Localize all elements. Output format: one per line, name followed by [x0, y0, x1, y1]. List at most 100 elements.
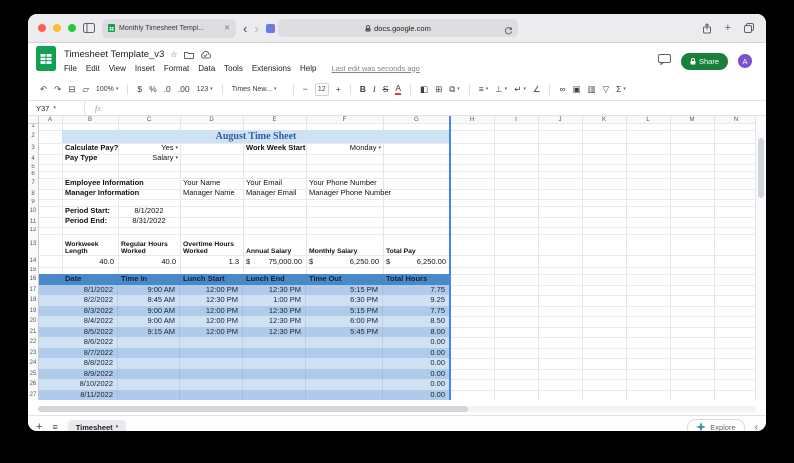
- row-header-1[interactable]: 1: [28, 123, 39, 130]
- window-zoom-button[interactable]: [68, 24, 76, 32]
- timesheet-cell[interactable]: 7.75: [383, 305, 450, 316]
- new-tab-icon[interactable]: +: [725, 22, 731, 34]
- timesheet-cell[interactable]: [306, 358, 383, 369]
- create-filter-icon[interactable]: ▽: [603, 85, 610, 94]
- bold-icon[interactable]: B: [360, 85, 366, 94]
- column-header-J[interactable]: J: [538, 116, 582, 123]
- insert-comment-icon[interactable]: ▣: [573, 85, 581, 94]
- row-header-27[interactable]: 27: [28, 389, 39, 400]
- timesheet-cell[interactable]: 8/10/2022: [38, 379, 118, 390]
- column-header-L[interactable]: L: [626, 116, 670, 123]
- column-header-K[interactable]: K: [582, 116, 626, 123]
- timesheet-header-cell[interactable]: Time In: [118, 274, 180, 285]
- timesheet-cell[interactable]: 0.00: [383, 368, 450, 379]
- timesheet-cell[interactable]: 8.00: [383, 326, 450, 337]
- row-header-16[interactable]: 16: [28, 274, 39, 285]
- row-header-8[interactable]: 8: [28, 188, 39, 199]
- timesheet-cell[interactable]: [243, 337, 306, 348]
- share-button[interactable]: Share: [680, 52, 728, 70]
- collapse-panel-icon[interactable]: ‹: [755, 422, 758, 432]
- timesheet-cell[interactable]: [118, 337, 180, 348]
- vertical-align-icon[interactable]: ⊥: [495, 85, 507, 94]
- column-header-M[interactable]: M: [670, 116, 714, 123]
- borders-icon[interactable]: ⊞: [435, 85, 442, 94]
- row-header-14[interactable]: 14: [28, 255, 39, 267]
- pay-type-dropdown[interactable]: Salary: [118, 153, 180, 164]
- reload-icon[interactable]: [504, 23, 513, 41]
- timesheet-cell[interactable]: [180, 379, 243, 390]
- functions-icon[interactable]: Σ: [616, 85, 626, 94]
- share-icon[interactable]: [702, 22, 712, 34]
- italic-icon[interactable]: I: [373, 85, 376, 94]
- column-header-H[interactable]: H: [450, 116, 494, 123]
- cell-period-start-label[interactable]: Period Start:: [65, 206, 110, 217]
- summary-value-cell[interactable]: $75,000.00: [243, 255, 306, 267]
- timesheet-cell[interactable]: 12:30 PM: [180, 295, 243, 306]
- timesheet-cell[interactable]: 8:45 AM: [118, 295, 180, 306]
- timesheet-cell[interactable]: 8/1/2022: [38, 284, 118, 295]
- star-icon[interactable]: ☆: [170, 50, 177, 59]
- summary-label-cell[interactable]: Overtime Hours Worked: [180, 234, 243, 255]
- menu-extensions[interactable]: Extensions: [252, 64, 291, 73]
- fill-color-icon[interactable]: ◧: [420, 85, 428, 94]
- timesheet-cell[interactable]: 9:00 AM: [118, 316, 180, 327]
- menu-edit[interactable]: Edit: [86, 64, 100, 73]
- summary-value-cell[interactable]: 40.0: [62, 255, 118, 267]
- timesheet-cell[interactable]: [118, 347, 180, 358]
- row-header-20[interactable]: 20: [28, 316, 39, 327]
- timesheet-cell[interactable]: 0.00: [383, 389, 450, 400]
- row-header-3[interactable]: 3: [28, 143, 39, 154]
- timesheet-cell[interactable]: [180, 337, 243, 348]
- text-rotation-icon[interactable]: ∠: [533, 85, 541, 94]
- sidebar-icon[interactable]: [83, 23, 95, 33]
- timesheet-cell[interactable]: 8.50: [383, 316, 450, 327]
- column-header-N[interactable]: N: [714, 116, 758, 123]
- row-header-12[interactable]: 12: [28, 227, 39, 234]
- summary-label-cell[interactable]: Monthly Salary: [306, 234, 383, 255]
- row-header-9[interactable]: 9: [28, 199, 39, 206]
- format-currency-icon[interactable]: $: [137, 85, 142, 94]
- document-title[interactable]: Timesheet Template_v3: [64, 49, 164, 60]
- tab-close-icon[interactable]: ✕: [224, 24, 230, 32]
- timesheet-cell[interactable]: 6:30 PM: [306, 295, 383, 306]
- timesheet-cell[interactable]: 8/7/2022: [38, 347, 118, 358]
- row-header-24[interactable]: 24: [28, 358, 39, 369]
- timesheet-cell[interactable]: [243, 368, 306, 379]
- row-header-6[interactable]: 6: [28, 171, 39, 178]
- timesheet-cell[interactable]: [243, 358, 306, 369]
- timesheet-cell[interactable]: 0.00: [383, 358, 450, 369]
- row-header-26[interactable]: 26: [28, 379, 39, 390]
- extension-icon[interactable]: [265, 23, 275, 33]
- redo-icon[interactable]: ↷: [54, 85, 61, 94]
- move-folder-icon[interactable]: [183, 46, 194, 64]
- calculate-pay-dropdown[interactable]: Yes: [118, 143, 180, 154]
- cell-manager-info-label[interactable]: Manager Information: [65, 188, 139, 199]
- insert-chart-icon[interactable]: ▥: [588, 85, 596, 94]
- font-family-icon[interactable]: Times New...: [232, 86, 284, 93]
- row-header-17[interactable]: 17: [28, 284, 39, 295]
- timesheet-cell[interactable]: [306, 379, 383, 390]
- window-minimize-button[interactable]: [53, 24, 61, 32]
- horizontal-scrollbar[interactable]: [38, 406, 756, 412]
- timesheet-cell[interactable]: 5:45 PM: [306, 326, 383, 337]
- timesheet-cell[interactable]: [118, 389, 180, 400]
- row-header-4[interactable]: 4: [28, 153, 39, 164]
- column-header-G[interactable]: G: [383, 116, 450, 123]
- cell-sheet-title[interactable]: August Time Sheet: [62, 130, 450, 143]
- increase-decimals-icon[interactable]: .00: [178, 85, 190, 94]
- timesheet-cell[interactable]: 8/3/2022: [38, 305, 118, 316]
- horizontal-align-icon[interactable]: ≡: [479, 85, 488, 94]
- timesheet-cell[interactable]: 0.00: [383, 337, 450, 348]
- cell-pay-type-label[interactable]: Pay Type: [65, 153, 97, 164]
- timesheet-cell[interactable]: 8/4/2022: [38, 316, 118, 327]
- zoom-select-icon[interactable]: 100%: [96, 86, 118, 93]
- row-header-25[interactable]: 25: [28, 368, 39, 379]
- cell-manager-email[interactable]: Manager Email: [246, 188, 296, 199]
- spreadsheet-grid[interactable]: August Time Sheet Calculate Pay? Yes Wor…: [28, 116, 766, 400]
- cell-employee-phone[interactable]: Your Phone Number: [309, 178, 377, 189]
- timesheet-cell[interactable]: 12:00 PM: [180, 326, 243, 337]
- cell-work-week-start-label[interactable]: Work Week Start: [246, 143, 305, 154]
- add-sheet-icon[interactable]: +: [36, 421, 42, 431]
- cell-manager-name[interactable]: Manager Name: [183, 188, 235, 199]
- menu-insert[interactable]: Insert: [135, 64, 155, 73]
